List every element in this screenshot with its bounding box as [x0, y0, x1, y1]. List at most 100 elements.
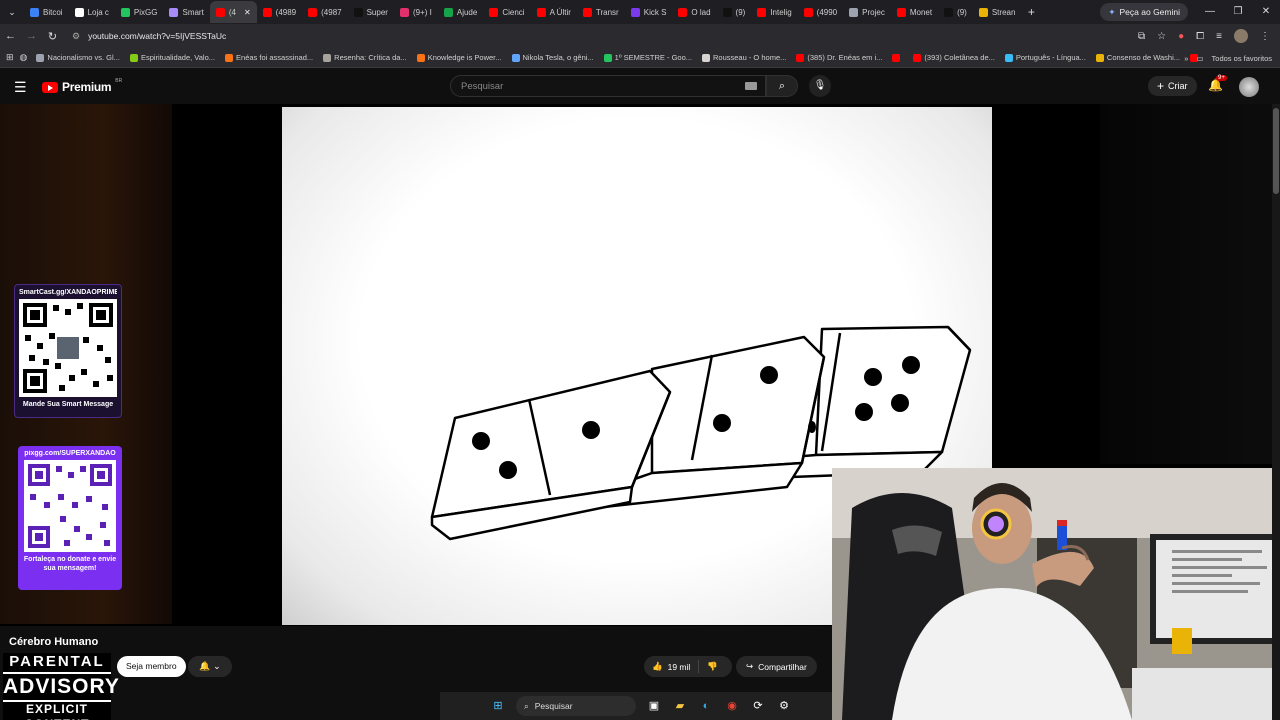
settings-icon[interactable]: ⚙	[776, 698, 792, 714]
browser-tab[interactable]: Bitcoi	[24, 1, 69, 23]
join-member-button[interactable]: Seja membro	[117, 656, 186, 677]
bookmark-item[interactable]: (385) Dr. Enéas em i...	[791, 53, 887, 62]
bookmark-item[interactable]: (393) Coletânea de...	[908, 53, 999, 62]
keyboard-icon[interactable]	[745, 82, 757, 90]
browser-tab[interactable]: Ajude	[438, 1, 483, 23]
account-avatar[interactable]	[1239, 77, 1259, 97]
bookmark-label: Nikola Tesla, o gêni...	[522, 53, 594, 62]
bookmark-item[interactable]: Resenha: Crítica da...	[318, 53, 412, 62]
task-view-icon[interactable]: ▣	[646, 698, 662, 714]
maximize-icon[interactable]: ❐	[1224, 0, 1252, 24]
close-window-icon[interactable]: ✕	[1252, 0, 1280, 24]
logo-region: BR	[115, 78, 123, 84]
search-input[interactable]: Pesquisar	[450, 75, 766, 97]
chrome-icon[interactable]: ◉	[724, 698, 740, 714]
browser-tab[interactable]: Loja c	[69, 1, 115, 23]
browser-tab[interactable]: (4990	[798, 1, 843, 23]
browser-tab[interactable]: (4989	[257, 1, 302, 23]
extension-icon[interactable]: ●	[1178, 31, 1184, 42]
share-button[interactable]: ↪ Compartilhar	[736, 656, 817, 677]
advisory-line-2: ADVISORY	[3, 674, 120, 700]
browser-tab[interactable]: (9+) I	[394, 1, 438, 23]
app-icon[interactable]: ⟳	[750, 698, 766, 714]
subscription-bell-button[interactable]: 🔔 ⌄	[188, 656, 232, 677]
taskbar-search[interactable]: ⌕ Pesquisar	[516, 696, 636, 716]
browser-tab[interactable]: Smart	[163, 1, 209, 23]
channel-name[interactable]: Cérebro Humano	[9, 636, 98, 648]
browser-tab[interactable]: (4 ✕	[209, 1, 257, 23]
bookmark-item[interactable]: Espiritualidade, Valo...	[125, 53, 220, 62]
globe-icon[interactable]: ◍	[20, 52, 28, 63]
tab-label: Kick S	[643, 7, 667, 17]
bookmark-star-icon[interactable]: ☆	[1157, 31, 1166, 42]
scrollbar-thumb[interactable]	[1273, 108, 1279, 194]
close-tab-icon[interactable]: ✕	[244, 8, 251, 17]
tab-label: Loja c	[87, 7, 109, 17]
bookmark-item[interactable]: 1º SEMESTRE - Goo...	[599, 53, 697, 62]
bookmark-item[interactable]: Português - Língua...	[1000, 53, 1091, 62]
tab-label: A Últir	[549, 7, 571, 17]
browser-tab[interactable]: Super	[348, 1, 394, 23]
browser-tab[interactable]: Monet	[891, 1, 938, 23]
bookmark-label: Resenha: Crítica da...	[334, 53, 407, 62]
video-player[interactable]: SmartCast.gg/XANDAOPRIME Mande Sua Smart…	[0, 104, 1280, 720]
search-button[interactable]: ⌕	[766, 75, 798, 97]
all-favorites[interactable]: Todos os favoritos	[1212, 54, 1272, 63]
bookmark-item[interactable]	[887, 53, 908, 62]
tab-label: (4990	[816, 7, 838, 17]
browser-tab[interactable]: Strean	[973, 1, 1022, 23]
bookmark-item[interactable]: Nacionalismo vs. Gl...	[31, 53, 125, 62]
bookmark-item[interactable]: Knowledge is Power...	[412, 53, 507, 62]
browser-tab[interactable]: A Últir	[531, 1, 577, 23]
apps-grid-icon[interactable]: ⊞	[6, 52, 14, 63]
site-info-icon[interactable]: ⚙	[72, 31, 80, 42]
gemini-button[interactable]: ✦ Peça ao Gemini	[1100, 3, 1188, 21]
media-icon[interactable]: ≡	[1216, 31, 1222, 42]
forward-icon[interactable]: →	[21, 30, 42, 42]
edge-icon[interactable]: ◐	[698, 698, 714, 714]
create-button[interactable]: + Criar	[1148, 76, 1197, 96]
tab-favicon-icon	[978, 7, 988, 17]
create-label: Criar	[1168, 81, 1188, 91]
voice-search-button[interactable]: 🎙	[809, 75, 831, 97]
windows-start-icon[interactable]: ⊞	[490, 698, 506, 714]
bookmark-item[interactable]: Consenso de Washi...	[1091, 53, 1185, 62]
browser-tab[interactable]: Kick S	[625, 1, 673, 23]
tab-favicon-icon	[896, 7, 906, 17]
menu-icon[interactable]: ☰	[14, 79, 27, 96]
browser-tab[interactable]: Cienci	[483, 1, 530, 23]
bookmark-item[interactable]: Rousseau - O home...	[697, 53, 791, 62]
dislike-button[interactable]: 👎	[699, 661, 726, 672]
logo-text: Premium	[62, 80, 112, 94]
tab-label: (4987	[321, 7, 342, 17]
youtube-logo[interactable]: Premium BR	[42, 78, 123, 94]
profile-avatar[interactable]	[1234, 29, 1248, 43]
browser-tab[interactable]: (9)	[717, 1, 752, 23]
reload-icon[interactable]: ↻	[42, 30, 63, 43]
back-icon[interactable]: ←	[0, 30, 21, 42]
more-bookmarks-icon[interactable]: »	[1184, 54, 1188, 63]
browser-tab[interactable]: Transr	[577, 1, 625, 23]
menu-dots-icon[interactable]: ⋮	[1260, 31, 1270, 42]
like-button[interactable]: 👍 19 mil	[644, 660, 700, 673]
browser-tab[interactable]: PixGG	[115, 1, 164, 23]
browser-tab[interactable]: (9)	[938, 1, 973, 23]
mic-icon: 🎙	[813, 80, 827, 91]
tab-search-icon[interactable]: ⌄	[0, 7, 24, 18]
page-scrollbar[interactable]	[1272, 104, 1280, 720]
browser-tab[interactable]: (4987	[302, 1, 347, 23]
bookmark-item[interactable]: Nikola Tesla, o gêni...	[507, 53, 599, 62]
minimize-icon[interactable]: —	[1196, 0, 1224, 24]
tab-label: O lad	[691, 7, 711, 17]
bookmark-favicon-icon	[913, 53, 922, 62]
bookmark-item[interactable]: Enéas foi assassinad...	[220, 53, 318, 62]
puzzle-icon[interactable]: ⧠	[1196, 31, 1204, 42]
browser-tab[interactable]: O lad	[672, 1, 716, 23]
file-explorer-icon[interactable]: ▰	[672, 698, 688, 714]
address-row: ← → ↻ ⚙ youtube.com/watch?v=5IjVESSTaUc …	[0, 24, 1280, 48]
address-bar[interactable]: ⚙ youtube.com/watch?v=5IjVESSTaUc	[72, 26, 1162, 46]
install-app-icon[interactable]: ⧉	[1138, 31, 1145, 42]
browser-tab[interactable]: Intelig	[751, 1, 797, 23]
browser-tab[interactable]: Projec	[843, 1, 891, 23]
new-tab-button[interactable]: +	[1021, 5, 1041, 19]
